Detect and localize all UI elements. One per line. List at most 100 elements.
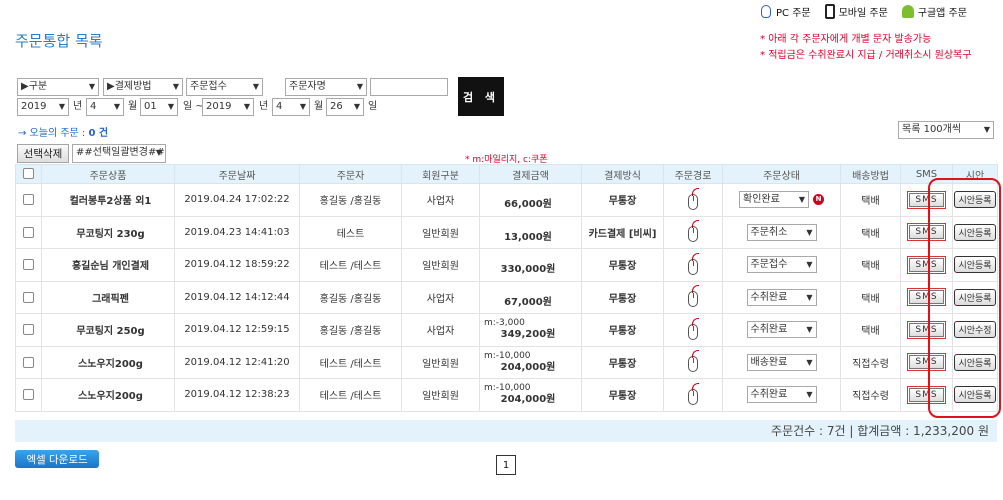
order-channel: [663, 183, 723, 217]
android-order-link[interactable]: 구글앱 주문: [901, 4, 967, 19]
member-type: 사업자: [401, 313, 480, 347]
table-header: 주문상품 주문날짜 주문자 회원구분 결제금액 결제방식 주문경로 주문상태 배…: [15, 164, 998, 184]
table-row: 그래픽펜 2019.04.12 14:12:44 홍길동 /홍길동 사업자 67,000…: [15, 280, 998, 314]
order-status-select[interactable]: 수취완료: [746, 288, 817, 306]
row-checkbox[interactable]: [15, 280, 42, 314]
order-status-cell: 수취완료: [722, 280, 841, 314]
android-icon: [901, 5, 914, 18]
mobile-order-label: 모바일 주문: [838, 8, 888, 19]
customer-name[interactable]: 홍길동 /홍길동: [299, 280, 402, 314]
page-number[interactable]: 1: [496, 455, 516, 475]
order-status-cell: 주문접수: [722, 248, 841, 282]
order-status-cell: 주문취소: [722, 215, 841, 249]
payment-method: 무통장: [581, 280, 664, 314]
customer-name[interactable]: 홍길동 /홍길동: [299, 313, 402, 347]
search-input[interactable]: [370, 78, 448, 96]
order-channel: [663, 378, 723, 412]
product-name[interactable]: 스노우지200g: [41, 345, 175, 379]
mobile-order-link[interactable]: 모바일 주문: [824, 4, 888, 19]
shipping-method: 택배: [840, 248, 901, 282]
order-status-select[interactable]: 주문취소: [746, 223, 817, 241]
product-name[interactable]: 컬러봉투2상품 외1: [41, 183, 175, 217]
order-summary: 주문건수 : 7건 | 합계금액 : 1,233,200 원: [15, 420, 997, 442]
type-select[interactable]: ▶구분: [17, 78, 99, 96]
row-checkbox[interactable]: [15, 345, 42, 379]
product-name[interactable]: 무코팅지 250g: [41, 313, 175, 347]
bulk-change-select[interactable]: ##선택일괄변경##: [72, 144, 166, 163]
notice-line: 적립금은 수취완료시 지급 / 거래취소시 원상복구: [760, 48, 971, 64]
customer-name[interactable]: 테스트 /테스트: [299, 248, 402, 282]
order-channel: [663, 280, 723, 314]
shipping-method: 택배: [840, 280, 901, 314]
order-status-cell: 확인완료 N: [722, 183, 841, 217]
product-name[interactable]: 홍길순님 개인결제: [41, 248, 175, 282]
customer-name[interactable]: 테스트: [299, 215, 402, 249]
row-checkbox[interactable]: [15, 183, 42, 217]
order-status-select[interactable]: 수취완료: [746, 321, 817, 339]
product-name[interactable]: 스노우지200g: [41, 378, 175, 412]
order-status-select[interactable]: 확인완료: [739, 191, 809, 209]
product-name[interactable]: 그래픽펜: [41, 280, 175, 314]
shipping-method: 직접수령: [840, 345, 901, 379]
col-header: 회원구분: [401, 164, 480, 184]
payment-method: 무통장: [581, 378, 664, 412]
amount-value: 204,000원: [500, 361, 556, 373]
order-status-select[interactable]: 배송완료: [746, 353, 817, 371]
row-checkbox[interactable]: [15, 248, 42, 282]
to-month-select[interactable]: 4: [272, 98, 310, 116]
order-date: 2019.04.12 12:38:23: [174, 378, 300, 412]
from-year-select[interactable]: 2019: [17, 98, 69, 116]
order-status-select[interactable]: 주문접수: [746, 256, 817, 274]
today-orders-count: 0 건: [88, 128, 109, 139]
month-unit: 월: [314, 101, 324, 112]
search-field-select[interactable]: 주문자명: [285, 78, 367, 96]
order-date: 2019.04.12 12:41:20: [174, 345, 300, 379]
order-status-select[interactable]: 주문접수: [186, 78, 263, 96]
pc-mouse-icon: [688, 187, 699, 210]
pc-mouse-icon: [688, 252, 699, 275]
col-header: 배송방법: [840, 164, 901, 184]
to-day-select[interactable]: 26: [326, 98, 364, 116]
col-header: 결제방식: [581, 164, 664, 184]
row-checkbox[interactable]: [15, 215, 42, 249]
col-header: 주문경로: [663, 164, 723, 184]
mobile-icon: [824, 4, 835, 19]
excel-download-button[interactable]: 엑셀 다운로드: [15, 450, 99, 468]
order-channel: [663, 313, 723, 347]
list-size-select[interactable]: 목록 100개씩: [898, 121, 994, 139]
order-channel-legend: PC 주문 모바일 주문 구글앱 주문: [760, 4, 967, 19]
customer-name[interactable]: 테스트 /테스트: [299, 378, 402, 412]
col-header: 주문자: [299, 164, 402, 184]
payment-amount: m:-10,000 204,000원: [479, 378, 582, 412]
search-button[interactable]: 검 색: [458, 77, 504, 116]
pc-order-link[interactable]: PC 주문: [760, 4, 811, 19]
to-year-select[interactable]: 2019: [202, 98, 254, 116]
row-checkbox[interactable]: [15, 378, 42, 412]
member-type: 일반회원: [401, 215, 480, 249]
shipping-method: 직접수령: [840, 378, 901, 412]
order-status-cell: 수취완료: [722, 378, 841, 412]
from-month-select[interactable]: 4: [86, 98, 124, 116]
product-name[interactable]: 무코팅지 230g: [41, 215, 175, 249]
from-day-select[interactable]: 01: [140, 98, 178, 116]
payment-amount: 66,000원: [479, 183, 582, 217]
member-type: 사업자: [401, 183, 480, 217]
member-type: 사업자: [401, 280, 480, 314]
payment-amount: m:-10,000 204,000원: [479, 345, 582, 379]
payment-method: 무통장: [581, 183, 664, 217]
shipping-method: 택배: [840, 215, 901, 249]
payment-method-select[interactable]: ▶결제방법: [103, 78, 183, 96]
pc-mouse-icon: [688, 350, 699, 373]
customer-name[interactable]: 홍길동 /홍길동: [299, 183, 402, 217]
table-row: 스노우지200g 2019.04.12 12:41:20 테스트 /테스트 일반회원 m…: [15, 345, 998, 379]
row-checkbox[interactable]: [15, 313, 42, 347]
table-row: 홍길순님 개인결제 2019.04.12 18:59:22 테스트 /테스트 일반회원…: [15, 248, 998, 282]
order-table: 주문상품 주문날짜 주문자 회원구분 결제금액 결제방식 주문경로 주문상태 배…: [15, 164, 998, 412]
select-all-checkbox[interactable]: [15, 164, 42, 184]
page-title: 주문통합 목록: [15, 32, 103, 50]
pc-mouse-icon: [688, 317, 699, 340]
delete-selected-button[interactable]: 선택삭제: [17, 144, 69, 163]
customer-name[interactable]: 테스트 /테스트: [299, 345, 402, 379]
payment-amount: 330,000원: [479, 248, 582, 282]
order-status-select[interactable]: 수취완료: [746, 386, 817, 404]
